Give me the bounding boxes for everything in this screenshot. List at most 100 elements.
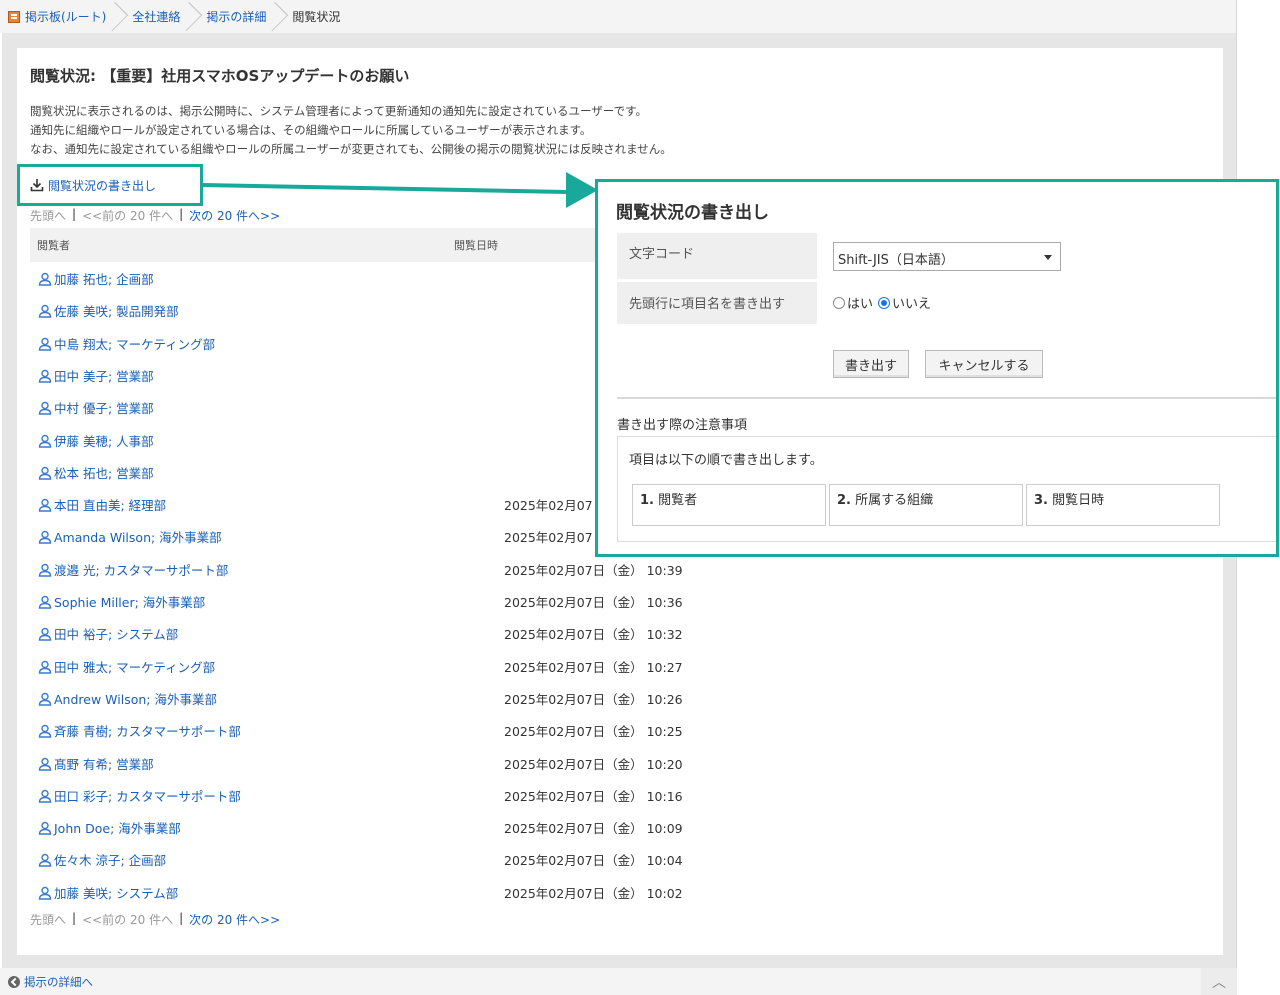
charset-select[interactable]: Shift-JIS（日本語） [833, 242, 1061, 271]
reader-name[interactable]: 田口 彩子; カスタマーサポート部 [54, 786, 241, 805]
reader-name[interactable]: 加藤 拓也; 企画部 [54, 269, 154, 288]
callout-arrow-icon [566, 172, 598, 208]
user-icon [38, 627, 52, 641]
pager-separator: | [72, 207, 77, 221]
reader-link[interactable]: 中村 優子; 営業部 [38, 398, 154, 417]
reader-name[interactable]: Amanda Wilson; 海外事業部 [54, 527, 222, 546]
reader-name[interactable]: 松本 拓也; 営業部 [54, 463, 154, 482]
radio-no-label[interactable]: いいえ [892, 293, 931, 312]
description-line: 通知先に組織やロールが設定されている場合は、その組織やロールに所属しているユーザ… [30, 123, 592, 137]
order-number: 2. [837, 493, 851, 508]
user-icon [38, 789, 52, 803]
reader-name[interactable]: 本田 直由美; 経理部 [54, 495, 166, 514]
cancel-button[interactable]: キャンセルする [925, 350, 1043, 378]
read-datetime: 2025年02月07日（金） 10:09 [504, 821, 683, 836]
radio-yes-label[interactable]: はい [847, 293, 873, 312]
charset-selected-value: Shift-JIS（日本語） [838, 253, 954, 268]
reader-link[interactable]: Andrew Wilson; 海外事業部 [38, 689, 217, 708]
page-title: 閲覧状況: 【重要】社用スマホOSアップデートのお願い [30, 67, 410, 85]
reader-name[interactable]: 田中 裕子; システム部 [54, 624, 178, 643]
order-number: 1. [640, 493, 654, 508]
user-icon [38, 498, 52, 512]
reader-name[interactable]: 渡邉 光; カスタマーサポート部 [54, 560, 228, 579]
reader-link[interactable]: 田中 美子; 営業部 [38, 366, 154, 385]
breadcrumb-item-detail[interactable]: 掲示の詳細 [206, 0, 292, 33]
radio-no[interactable] [878, 296, 891, 309]
radio-yes[interactable] [833, 296, 845, 309]
reader-name[interactable]: 髙野 有希; 営業部 [54, 754, 154, 773]
order-item-3: 3. 閲覧日時 [1026, 484, 1220, 526]
reader-link[interactable]: Sophie Miller; 海外事業部 [38, 592, 205, 611]
reader-link[interactable]: Amanda Wilson; 海外事業部 [38, 527, 222, 546]
user-icon [38, 337, 52, 351]
page-description: 閲覧状況に表示されるのは、掲示公開時に、システム管理者によって更新通知の通知先に… [30, 102, 672, 159]
charset-label: 文字コード [617, 233, 817, 279]
order-label: 所属する組織 [855, 493, 934, 508]
user-icon [38, 401, 52, 415]
user-icon [38, 821, 52, 835]
user-icon [38, 530, 52, 544]
export-link-label[interactable]: 閲覧状況の書き出し [48, 177, 156, 194]
reader-link[interactable]: 本田 直由美; 経理部 [38, 495, 166, 514]
reader-name[interactable]: John Doe; 海外事業部 [54, 818, 181, 837]
reader-link[interactable]: 中島 翔太; マーケティング部 [38, 334, 215, 353]
reader-link[interactable]: 渡邉 光; カスタマーサポート部 [38, 560, 228, 579]
breadcrumb-item-root[interactable]: 掲示板(ルート) [8, 0, 132, 33]
breadcrumb-item-category[interactable]: 全社連絡 [132, 0, 206, 33]
breadcrumb-label[interactable]: 掲示の詳細 [206, 8, 266, 25]
reader-link[interactable]: 田中 雅太; マーケティング部 [38, 657, 215, 676]
read-datetime: 2025年02月07日（金） 10:25 [504, 724, 683, 739]
read-datetime: 2025年02月07日（金） 10:39 [504, 563, 683, 578]
reader-link[interactable]: John Doe; 海外事業部 [38, 818, 181, 837]
export-read-status-link[interactable]: 閲覧状況の書き出し [17, 164, 203, 206]
table-row: Sophie Miller; 海外事業部 2025年02月07日（金） 10:36 [30, 584, 1200, 616]
pager-next[interactable]: 次の 20 件へ>> [189, 911, 280, 928]
order-label: 閲覧日時 [1052, 493, 1105, 508]
pager-separator: | [179, 207, 184, 221]
user-icon [38, 304, 52, 318]
reader-link[interactable]: 加藤 拓也; 企画部 [38, 269, 154, 288]
reader-name[interactable]: 中村 優子; 営業部 [54, 398, 154, 417]
reader-name[interactable]: 佐々木 涼子; 企画部 [54, 850, 166, 869]
table-row: 加藤 美咲; システム部 2025年02月07日（金） 10:02 [30, 875, 1200, 907]
reader-name[interactable]: 斉藤 青樹; カスタマーサポート部 [54, 721, 241, 740]
table-row: 田中 雅太; マーケティング部 2025年02月07日（金） 10:27 [30, 649, 1200, 681]
reader-name[interactable]: Andrew Wilson; 海外事業部 [54, 689, 217, 708]
reader-link[interactable]: 松本 拓也; 営業部 [38, 463, 154, 482]
reader-name[interactable]: Sophie Miller; 海外事業部 [54, 592, 205, 611]
description-line: なお、通知先に設定されている組織やロールの所属ユーザーが変更されても、公開後の掲… [30, 142, 672, 156]
breadcrumb-separator-icon [186, 0, 198, 33]
user-icon [38, 595, 52, 609]
reader-link[interactable]: 佐藤 美咲; 製品開発部 [38, 301, 179, 320]
reader-link[interactable]: 髙野 有希; 営業部 [38, 754, 154, 773]
pager-next[interactable]: 次の 20 件へ>> [189, 207, 280, 224]
reader-link[interactable]: 伊藤 美穂; 人事部 [38, 431, 154, 450]
reader-link[interactable]: 加藤 美咲; システム部 [38, 883, 178, 902]
reader-link[interactable]: 田中 裕子; システム部 [38, 624, 178, 643]
notes-text: 項目は以下の順で書き出します。 [629, 453, 823, 468]
reader-link[interactable]: 斉藤 青樹; カスタマーサポート部 [38, 721, 241, 740]
breadcrumb-label: 閲覧状況 [292, 10, 341, 24]
pager-first: 先頭へ [30, 913, 67, 927]
breadcrumb-label[interactable]: 掲示板(ルート) [25, 8, 106, 25]
table-row: Andrew Wilson; 海外事業部 2025年02月07日（金） 10:26 [30, 681, 1200, 713]
reader-name[interactable]: 田中 雅太; マーケティング部 [54, 657, 215, 676]
reader-name[interactable]: 田中 美子; 営業部 [54, 366, 154, 385]
reader-link[interactable]: 佐々木 涼子; 企画部 [38, 850, 166, 869]
reader-name[interactable]: 中島 翔太; マーケティング部 [54, 334, 215, 353]
reader-name[interactable]: 加藤 美咲; システム部 [54, 883, 178, 902]
export-button[interactable]: 書き出す [833, 350, 909, 378]
breadcrumb-item-current: 閲覧状況 [292, 0, 340, 33]
scroll-to-top-button[interactable]: ︿ [1201, 968, 1237, 995]
back-to-detail-link[interactable]: 掲示の詳細へ [24, 974, 93, 990]
table-row: 田中 裕子; システム部 2025年02月07日（金） 10:32 [30, 616, 1200, 648]
user-icon [38, 757, 52, 771]
user-icon [38, 466, 52, 480]
reader-link[interactable]: 田口 彩子; カスタマーサポート部 [38, 786, 241, 805]
reader-name[interactable]: 伊藤 美穂; 人事部 [54, 431, 154, 450]
user-icon [38, 692, 52, 706]
dialog-divider [617, 397, 1276, 399]
bulletin-board-icon [8, 10, 20, 23]
table-row: John Doe; 海外事業部 2025年02月07日（金） 10:09 [30, 810, 1200, 842]
reader-name[interactable]: 佐藤 美咲; 製品開発部 [54, 301, 179, 320]
